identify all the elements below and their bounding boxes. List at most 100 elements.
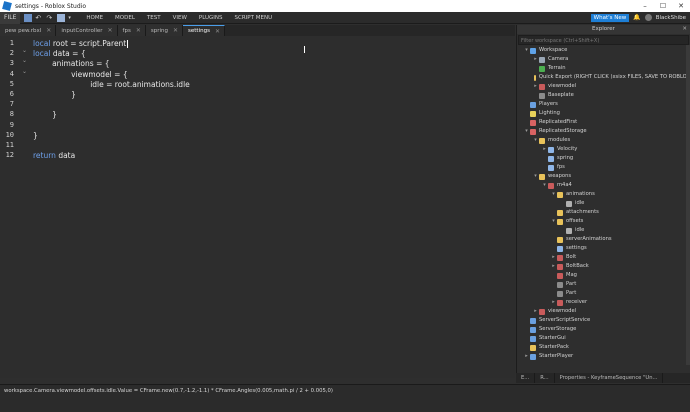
- close-icon[interactable]: ✕: [215, 28, 220, 35]
- tab-spring[interactable]: spring ✕: [145, 25, 184, 36]
- tree-item[interactable]: ReplicatedFirst: [517, 118, 690, 127]
- dropdown-icon[interactable]: ▾: [68, 14, 76, 22]
- chevron-down-icon[interactable]: ▾: [550, 190, 557, 199]
- chevron-right-icon[interactable]: ▸: [532, 82, 539, 91]
- menu-test[interactable]: TEST: [141, 15, 167, 21]
- tree-item[interactable]: ▸ receiver: [517, 298, 690, 307]
- menu-plugins[interactable]: PLUGINS: [193, 15, 229, 21]
- save-icon[interactable]: [24, 13, 33, 22]
- tree-item[interactable]: serverAnimations: [517, 235, 690, 244]
- tree-item[interactable]: StarterPack: [517, 343, 690, 352]
- tree-item[interactable]: ServerScriptService: [517, 316, 690, 325]
- close-icon[interactable]: ✕: [136, 27, 141, 34]
- code-line[interactable]: return data: [33, 151, 75, 160]
- tree-item[interactable]: ▾ Workspace: [517, 46, 690, 55]
- tree-item[interactable]: ▾ ReplicatedStorage: [517, 127, 690, 136]
- chevron-right-icon[interactable]: ▸: [550, 253, 557, 262]
- code-line[interactable]: idle = root.animations.idle: [33, 80, 190, 89]
- user-avatar[interactable]: [644, 14, 652, 21]
- code-line[interactable]: }: [33, 131, 38, 140]
- tree-item[interactable]: attachments: [517, 208, 690, 217]
- tree-item[interactable]: ▸ viewmodel: [517, 307, 690, 316]
- chevron-right-icon[interactable]: ▸: [550, 262, 557, 271]
- tree-item[interactable]: Baseplate: [517, 91, 690, 100]
- code-line[interactable]: local root = script.Parent: [33, 39, 129, 48]
- tree-item[interactable]: ▾ offsets: [517, 217, 690, 226]
- tree-item[interactable]: ▾ weapons: [517, 172, 690, 181]
- bell-icon[interactable]: 🔔: [633, 14, 640, 21]
- tree-item[interactable]: ServerStorage: [517, 325, 690, 334]
- tree-item[interactable]: idle: [517, 226, 690, 235]
- tree-item[interactable]: ▸ StarterPlayer: [517, 352, 690, 361]
- menu-view[interactable]: VIEW: [167, 15, 193, 21]
- tree-item[interactable]: StarterGui: [517, 334, 690, 343]
- tree-item[interactable]: ▾ animations: [517, 190, 690, 199]
- tree-item[interactable]: spring: [517, 154, 690, 163]
- tree-item[interactable]: Part: [517, 280, 690, 289]
- tab-settings[interactable]: settings ✕: [183, 25, 225, 36]
- chevron-right-icon[interactable]: ▸: [523, 352, 530, 361]
- explorer-scrollbar[interactable]: [686, 45, 690, 365]
- chevron-right-icon[interactable]: ▸: [550, 298, 557, 307]
- tree-item[interactable]: Lighting: [517, 109, 690, 118]
- code-line[interactable]: }: [33, 90, 76, 99]
- close-icon[interactable]: ✕: [173, 27, 178, 34]
- code-line[interactable]: }: [33, 110, 57, 119]
- chevron-down-icon[interactable]: ▾: [532, 136, 539, 145]
- tree-item[interactable]: ▾ modules: [517, 136, 690, 145]
- tab-properties[interactable]: Properties - KeyframeSequence "Un...: [555, 373, 664, 383]
- whats-new-button[interactable]: What's New: [590, 13, 630, 22]
- menu-script-menu[interactable]: SCRIPT MENU: [229, 15, 279, 21]
- tree-item[interactable]: settings: [517, 244, 690, 253]
- tab-fps[interactable]: fps ✕: [117, 25, 146, 36]
- fold-toggle-icon[interactable]: ⌄: [22, 47, 27, 54]
- code-line[interactable]: viewmodel = {: [33, 70, 127, 79]
- code-line[interactable]: animations = {: [33, 59, 109, 68]
- tree-item[interactable]: ▸ BoltBack: [517, 262, 690, 271]
- explorer-filter-input[interactable]: Filter workspace (Ctrl+Shift+X): [518, 35, 689, 45]
- command-bar-text[interactable]: workspace.Camera.viewmodel.offsets.idle.…: [4, 388, 333, 394]
- close-icon[interactable]: ✕: [672, 2, 690, 10]
- tree-item[interactable]: ▸ Camera: [517, 55, 690, 64]
- chevron-right-icon[interactable]: ▸: [532, 307, 539, 316]
- minimize-icon[interactable]: –: [636, 2, 654, 10]
- tree-item[interactable]: ▾ m4a4: [517, 181, 690, 190]
- close-icon[interactable]: ✕: [46, 27, 51, 34]
- command-bar[interactable]: workspace.Camera.viewmodel.offsets.idle.…: [0, 384, 690, 396]
- tab-explorer[interactable]: E...: [516, 373, 536, 383]
- fold-toggle-icon[interactable]: ⌄: [22, 57, 27, 64]
- tree-item[interactable]: Mag: [517, 271, 690, 280]
- chevron-down-icon[interactable]: ▾: [541, 181, 548, 190]
- tab-r[interactable]: R...: [535, 373, 555, 383]
- tree-item[interactable]: ▸ viewmodel: [517, 82, 690, 91]
- code-line[interactable]: local data = {: [33, 49, 86, 58]
- tree-item[interactable]: fps: [517, 163, 690, 172]
- user-name[interactable]: BlackShibe: [656, 15, 686, 21]
- explorer-close-icon[interactable]: ✕: [682, 25, 687, 34]
- chevron-down-icon[interactable]: ▾: [523, 46, 530, 55]
- fold-toggle-icon[interactable]: ⌄: [22, 68, 27, 75]
- close-icon[interactable]: ✕: [108, 27, 113, 34]
- tree-item[interactable]: Quick Export (RIGHT CLICK )xsixx FILES, …: [517, 73, 690, 82]
- chevron-right-icon[interactable]: ▸: [541, 145, 548, 154]
- redo-icon[interactable]: ↷: [46, 14, 54, 22]
- maximize-icon[interactable]: ☐: [654, 2, 672, 10]
- script-editor[interactable]: 1 2 ⌄ 3 ⌄ 4 ⌄ 5 6 7 8 9 10 11 12 local root = script.P…: [0, 36, 515, 378]
- chevron-down-icon[interactable]: ▾: [523, 127, 530, 136]
- publish-icon[interactable]: [57, 13, 66, 22]
- menu-model[interactable]: MODEL: [109, 15, 141, 21]
- tab-pew-pew[interactable]: pew pew.rbxl ✕: [0, 25, 57, 36]
- tree-item[interactable]: ▸ Velocity: [517, 145, 690, 154]
- tree-item[interactable]: Part: [517, 289, 690, 298]
- tree-item[interactable]: idle: [517, 199, 690, 208]
- tree-item[interactable]: ▸ Bolt: [517, 253, 690, 262]
- chevron-right-icon[interactable]: ▸: [532, 55, 539, 64]
- chevron-down-icon[interactable]: ▾: [550, 217, 557, 226]
- tree-item[interactable]: Terrain: [517, 64, 690, 73]
- tree-item[interactable]: Players: [517, 100, 690, 109]
- menu-home[interactable]: HOME: [80, 15, 109, 21]
- file-menu[interactable]: FILE: [0, 11, 21, 24]
- chevron-down-icon[interactable]: ▾: [532, 172, 539, 181]
- undo-icon[interactable]: ↶: [35, 14, 43, 22]
- tab-input-controller[interactable]: inputController ✕: [56, 25, 118, 36]
